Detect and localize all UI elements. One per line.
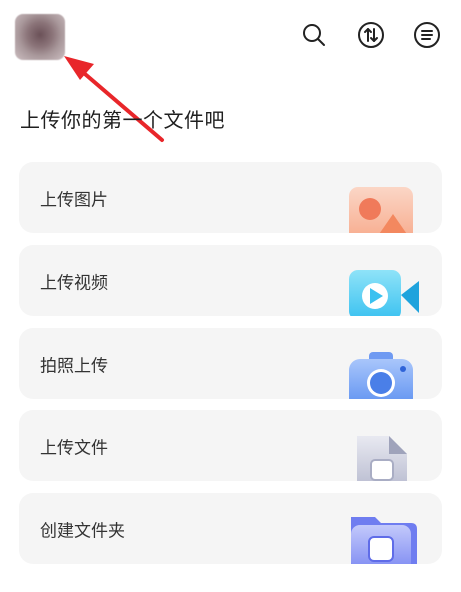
upload-file-card[interactable]: 上传文件 (19, 410, 442, 481)
page-title: 上传你的第一个文件吧 (20, 108, 225, 132)
image-icon (349, 187, 413, 233)
upload-file-label: 上传文件 (40, 438, 108, 458)
take-photo-label: 拍照上传 (40, 356, 108, 376)
file-icon (357, 436, 407, 481)
search-icon (303, 24, 325, 46)
upload-video-card[interactable]: 上传视频 (19, 245, 442, 316)
camera-icon (349, 352, 413, 399)
create-folder-card[interactable]: 创建文件夹 (19, 493, 442, 564)
upload-image-card[interactable]: 上传图片 (19, 162, 442, 233)
transfer-button[interactable] (356, 20, 386, 50)
create-folder-label: 创建文件夹 (40, 521, 125, 541)
folder-icon (351, 517, 417, 564)
transfer-icon (358, 22, 384, 48)
menu-button[interactable] (412, 20, 442, 50)
search-button[interactable] (299, 20, 329, 50)
upload-video-label: 上传视频 (40, 273, 108, 293)
upload-page: 上传你的第一个文件吧 上传图片 上传视频 拍照上传 上传文件 创建文件夹 (0, 0, 461, 592)
video-icon (349, 270, 419, 316)
upload-image-label: 上传图片 (40, 190, 108, 210)
take-photo-card[interactable]: 拍照上传 (19, 328, 442, 399)
menu-icon (414, 22, 440, 48)
avatar[interactable] (15, 14, 65, 60)
